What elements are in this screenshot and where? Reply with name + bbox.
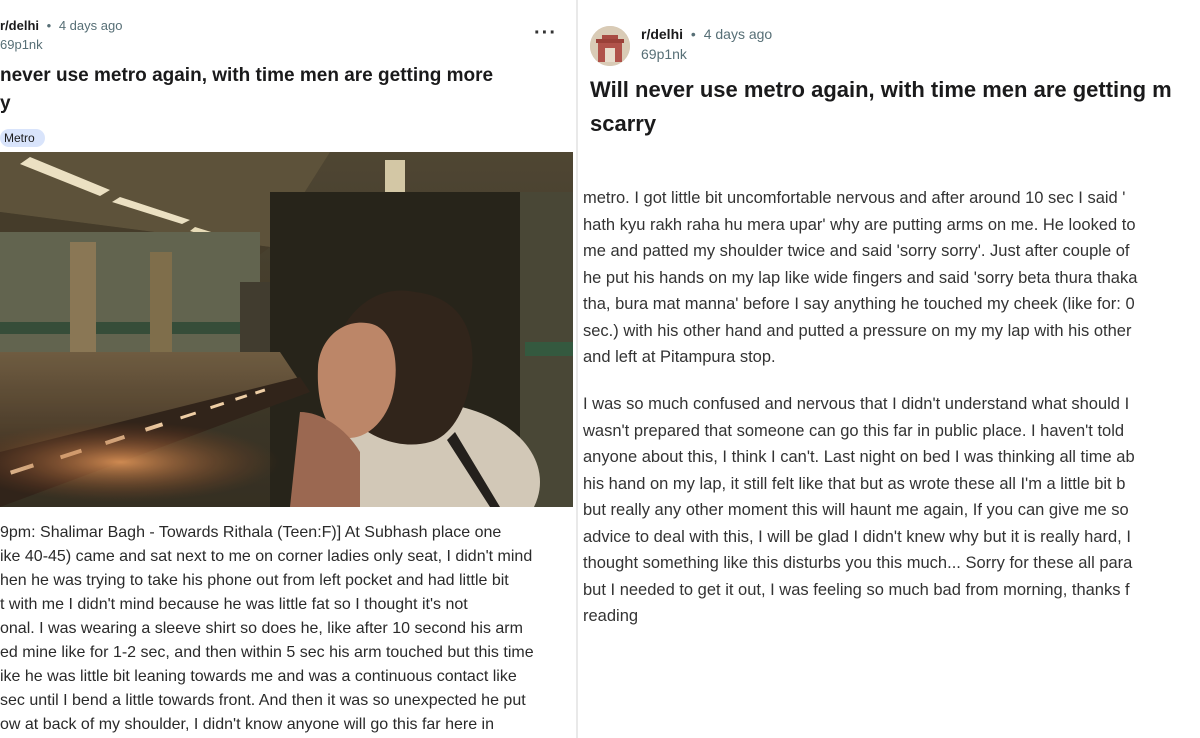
left-post-screenshot: r/delhi • 4 days ago 69p1nk ··· never us… [0,0,578,738]
post-age: 4 days ago [58,18,123,33]
post-body-line: but really any other moment this will ha… [583,501,1129,519]
post-title-line: never use metro again, with time men are… [0,65,494,86]
post-body-line: ow at back of my shoulder, I didn't know… [0,716,494,733]
post-body-line: sec.) with his other hand and putted a p… [583,321,1132,340]
post-body-line: his hand on my lap, it still felt like t… [583,474,1126,493]
post-body-line: t with me I didn't mind because he was l… [0,596,468,613]
post-body-line: thought something like this disturbs you… [583,554,1133,572]
post-body-line: ike he was little bit leaning towards me… [0,668,517,685]
post-body-line: ike 40-45) came and sat next to me on co… [0,548,533,565]
post-body-line: ed mine like for 1-2 sec, and then withi… [0,644,534,661]
post-body: 9pm: Shalimar Bagh - Towards Rithala (Te… [0,521,534,737]
post-body-line: metro. I got little bit uncomfortable ne… [583,189,1126,207]
metro-platform-photo [0,152,573,507]
subreddit-link[interactable]: r/delhi [0,18,39,33]
post-body-line: onal. I was wearing a sleeve shirt so do… [0,620,523,637]
post-body-line: anyone about this, I think I can't. Last… [583,448,1135,466]
post-author[interactable]: 69p1nk [641,46,687,62]
post-body-line: sec until I bend a little towards front.… [0,692,526,709]
post-body-line: 9pm: Shalimar Bagh - Towards Rithala (Te… [0,524,502,541]
more-options-icon[interactable]: ··· [534,22,557,45]
post-body-line: reading [583,607,639,625]
post-meta: r/delhi • 4 days ago [641,26,772,42]
post-age: 4 days ago [703,26,773,42]
post-body-line: advice to deal with this, I will be glad… [583,527,1131,546]
post-title: Will never use metro again, with time me… [590,73,1172,141]
right-post-screenshot: r/delhi • 4 days ago 69p1nk Will never u… [578,0,1200,738]
post-body-line: wasn't prepared that someone can go this… [583,421,1125,440]
post-title: never use metro again, with time men are… [0,62,493,117]
post-title-line: Will never use metro again, with time me… [590,77,1172,102]
post-body-line: but I needed to get it out, I was feelin… [583,580,1130,599]
post-flair[interactable]: Metro [0,129,45,147]
post-title-line: y [0,92,11,114]
post-author[interactable]: 69p1nk [0,37,43,52]
meta-separator: • [690,26,696,42]
post-body-line: I was so much confused and nervous that … [583,395,1130,413]
post-body-line: he put his hands on my lap like wide fin… [583,268,1138,287]
subreddit-avatar[interactable] [590,26,630,66]
post-body-paragraph-2: I was so much confused and nervous that … [583,391,1135,630]
post-body-line: tha, bura mat manna' before I say anythi… [583,295,1135,313]
post-body-line: and left at Pitampura stop. [583,348,776,366]
post-body-line: hath kyu rakh raha hu mera upar' why are… [583,215,1136,234]
subreddit-link[interactable]: r/delhi [641,26,683,42]
post-body-paragraph-1: metro. I got little bit uncomfortable ne… [583,185,1137,371]
post-body-line: me and patted my shoulder twice and said… [583,242,1130,260]
post-title-line: scarry [590,111,657,136]
india-gate-icon [590,26,630,66]
post-body-line: hen he was trying to take his phone out … [0,572,509,589]
post-image[interactable] [0,152,573,507]
meta-separator: • [46,18,52,33]
post-meta: r/delhi • 4 days ago [0,18,122,33]
